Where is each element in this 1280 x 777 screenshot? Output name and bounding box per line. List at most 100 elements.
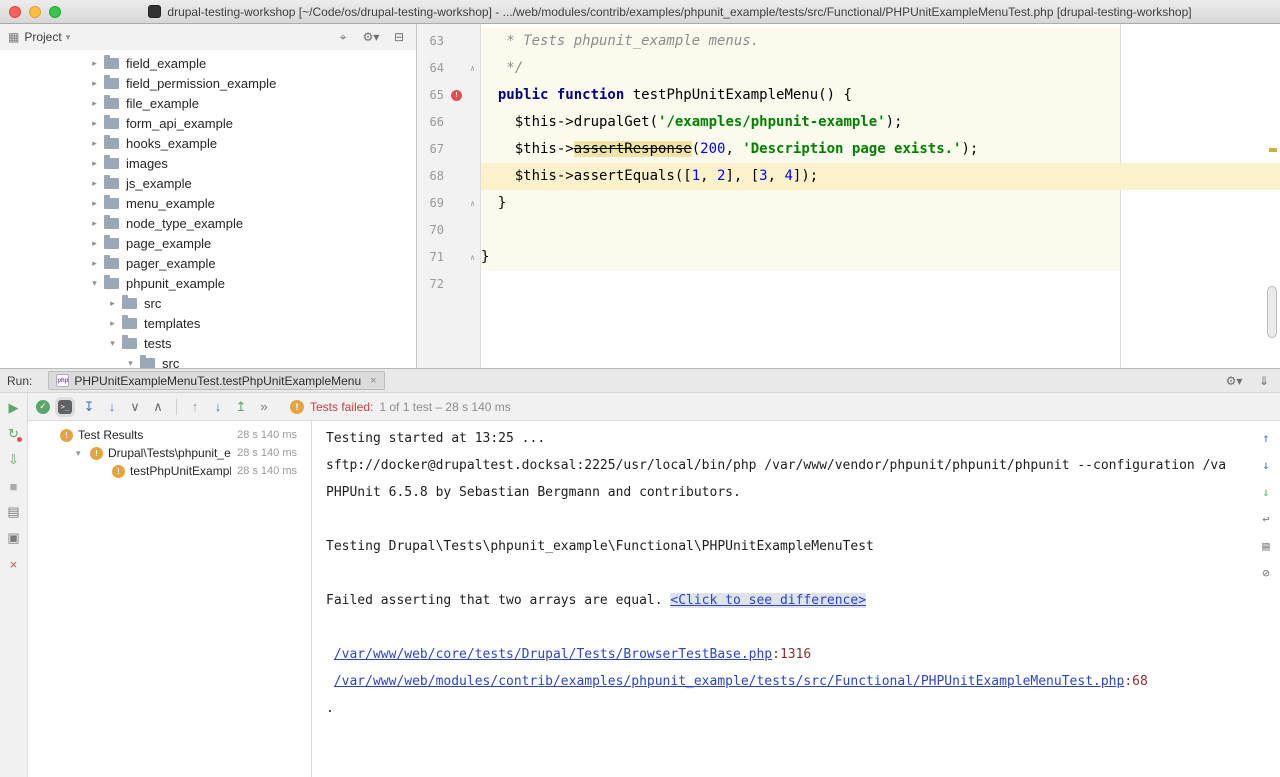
console-line: Failed asserting that two arrays are equ… — [326, 587, 1244, 614]
console-link[interactable]: /var/www/web/modules/contrib/examples/ph… — [334, 674, 1125, 689]
scroll-to-end-icon[interactable]: ⇓ — [1257, 483, 1275, 501]
chevron-down-icon[interactable]: ▾ — [76, 448, 90, 459]
console-text: Testing started at 13:25 ... — [326, 431, 545, 446]
hide-window-icon[interactable]: ⇓ — [1255, 372, 1273, 390]
test-tree-row[interactable]: ▾!Drupal\Tests\phpunit_ex...28 s 140 ms — [28, 444, 311, 462]
fold-marker-icon[interactable]: ∧ — [470, 244, 475, 271]
project-tree-item[interactable]: ▸src — [0, 293, 416, 313]
editor[interactable]: 63 * Tests phpunit_example menus.64∧ */6… — [417, 24, 1280, 368]
fold-marker-icon[interactable]: ∧ — [470, 190, 475, 217]
project-tree-item[interactable]: ▾src — [0, 353, 416, 368]
previous-failed-test-icon[interactable]: ↑ — [186, 398, 204, 416]
project-tree-item[interactable]: ▾phpunit_example — [0, 273, 416, 293]
show-passed-icon[interactable]: ✓ — [36, 400, 50, 414]
restore-layout-icon[interactable]: ▤ — [5, 503, 23, 521]
code-segment — [481, 87, 498, 103]
pin-tab-icon[interactable]: ▣ — [5, 529, 23, 547]
sort-by-duration-icon[interactable]: ↧ — [80, 398, 98, 416]
chevron-right-icon[interactable]: ▸ — [88, 98, 101, 109]
close-icon[interactable]: × — [5, 555, 23, 573]
chevron-right-icon[interactable]: ▸ — [88, 58, 101, 69]
test-duration: 28 s 140 ms — [237, 447, 297, 459]
rerun-failed-tests-icon[interactable]: ↻ — [5, 425, 23, 443]
close-tab-icon[interactable]: × — [370, 375, 376, 387]
failed-test-run-icon[interactable]: ! — [451, 90, 462, 101]
soft-wrap-icon[interactable]: ↩ — [1257, 510, 1275, 528]
warning-stripe-mark[interactable] — [1269, 148, 1277, 152]
console-line — [326, 560, 1244, 587]
project-panel-title[interactable]: Project — [24, 30, 61, 44]
chevron-down-icon[interactable]: ▾ — [124, 358, 137, 369]
project-tree-item[interactable]: ▸field_example — [0, 53, 416, 73]
settings-gear-icon[interactable]: ⚙▾ — [1225, 372, 1243, 390]
folder-icon — [122, 298, 137, 309]
chevron-right-icon[interactable]: ▸ — [88, 238, 101, 249]
locate-file-icon[interactable]: ⌖ — [334, 28, 352, 46]
zoom-window-button[interactable] — [49, 6, 61, 18]
editor-scrollbar-thumb[interactable] — [1267, 286, 1277, 338]
chevron-down-icon[interactable]: ▾ — [66, 32, 71, 43]
chevron-right-icon[interactable]: ▸ — [88, 118, 101, 129]
code-line: 66 $this->drupalGet('/examples/phpunit-e… — [417, 109, 1280, 136]
code-segment: '/examples/phpunit-example' — [658, 114, 886, 130]
project-tree-item[interactable]: ▸form_api_example — [0, 113, 416, 133]
collapse-all-icon[interactable]: ∧ — [149, 398, 167, 416]
clear-all-icon[interactable]: ⊘ — [1257, 564, 1275, 582]
test-tree-row[interactable]: !testPhpUnitExampleM...28 s 140 ms — [28, 462, 311, 480]
minimize-window-button[interactable] — [29, 6, 41, 18]
project-tree-item[interactable]: ▸field_permission_example — [0, 73, 416, 93]
test-tree-row[interactable]: !Test Results28 s 140 ms — [28, 426, 311, 444]
project-tree-item[interactable]: ▸templates — [0, 313, 416, 333]
project-tree-item[interactable]: ▸page_example — [0, 233, 416, 253]
console-text: Failed asserting that two arrays are equ… — [326, 593, 670, 608]
chevron-down-icon[interactable]: ▾ — [106, 338, 119, 349]
project-tree-item[interactable]: ▾tests — [0, 333, 416, 353]
toggle-auto-test-icon[interactable]: ⇩ — [5, 451, 23, 469]
run-tabbar-icons: ⚙▾ ⇓ — [1225, 372, 1273, 390]
test-results-tree: !Test Results28 s 140 ms▾!Drupal\Tests\p… — [28, 421, 312, 777]
fold-marker-icon[interactable]: ∧ — [470, 55, 475, 82]
down-the-stack-trace-icon[interactable]: ↓ — [1257, 456, 1275, 474]
console-link[interactable]: <Click to see difference> — [670, 593, 866, 608]
chevron-right-icon[interactable]: ▸ — [88, 78, 101, 89]
chevron-right-icon[interactable]: ▸ — [88, 198, 101, 209]
project-tree-item[interactable]: ▸file_example — [0, 93, 416, 113]
show-console-icon[interactable]: >_ — [58, 400, 72, 414]
more-icon[interactable]: » — [255, 398, 273, 416]
line-number: 63 — [417, 28, 449, 55]
chevron-right-icon[interactable]: ▸ — [88, 178, 101, 189]
line-number: 66 — [417, 109, 449, 136]
settings-gear-icon[interactable]: ⚙▾ — [362, 28, 380, 46]
project-tree-item[interactable]: ▸images — [0, 153, 416, 173]
console-line: . — [326, 695, 1244, 722]
close-window-button[interactable] — [9, 6, 21, 18]
print-icon[interactable]: ▤ — [1257, 537, 1275, 555]
console-link[interactable]: /var/www/web/core/tests/Drupal/Tests/Bro… — [334, 647, 772, 662]
gutter-cell: 68 — [417, 163, 481, 190]
sort-alphabetically-icon[interactable]: ↓ — [103, 398, 121, 416]
run-tab[interactable]: php PHPUnitExampleMenuTest.testPhpUnitEx… — [48, 371, 384, 390]
code-text: $this->assertResponse(200, 'Description … — [481, 136, 1280, 163]
chevron-right-icon[interactable]: ▸ — [88, 138, 101, 149]
code-segment: 4 — [784, 168, 792, 184]
chevron-right-icon[interactable]: ▸ — [88, 158, 101, 169]
import-test-results-icon[interactable]: ↥ — [232, 398, 250, 416]
chevron-right-icon[interactable]: ▸ — [106, 318, 119, 329]
chevron-right-icon[interactable]: ▸ — [88, 218, 101, 229]
next-failed-test-icon[interactable]: ↓ — [209, 398, 227, 416]
project-tree-item[interactable]: ▸js_example — [0, 173, 416, 193]
expand-all-icon[interactable]: ∨ — [126, 398, 144, 416]
hide-panel-icon[interactable]: ⊟ — [390, 28, 408, 46]
chevron-right-icon[interactable]: ▸ — [88, 258, 101, 269]
code-text — [481, 217, 1280, 244]
chevron-right-icon[interactable]: ▸ — [106, 298, 119, 309]
stop-icon[interactable]: ■ — [5, 477, 23, 495]
up-the-stack-trace-icon[interactable]: ↑ — [1257, 429, 1275, 447]
project-tree-item[interactable]: ▸hooks_example — [0, 133, 416, 153]
project-tree-item[interactable]: ▸menu_example — [0, 193, 416, 213]
rerun-icon[interactable]: ▶ — [5, 399, 23, 417]
code-text: public function testPhpUnitExampleMenu()… — [481, 82, 1280, 109]
chevron-down-icon[interactable]: ▾ — [88, 278, 101, 289]
project-tree-item[interactable]: ▸pager_example — [0, 253, 416, 273]
project-tree-item[interactable]: ▸node_type_example — [0, 213, 416, 233]
